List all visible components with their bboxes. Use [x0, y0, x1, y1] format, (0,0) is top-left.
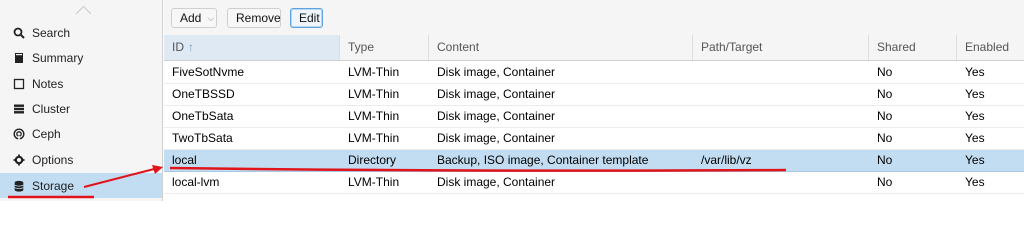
column-header-id[interactable]: ID ↑	[164, 35, 340, 60]
sidebar-item-label: Cluster	[32, 101, 71, 116]
remove-button[interactable]: Remove	[227, 8, 281, 28]
cell-enabled: Yes	[965, 109, 985, 123]
cell-type: LVM-Thin	[348, 65, 400, 79]
ceph-icon	[12, 127, 26, 141]
database-icon	[12, 179, 26, 193]
table-row[interactable]: OneTBSSD LVM-Thin Disk image, Container …	[164, 84, 1024, 106]
cell-id: OneTbSata	[172, 109, 234, 123]
cell-path	[693, 84, 869, 105]
sidebar: Search Summary Notes Cluster Ceph Option…	[0, 0, 163, 201]
cell-shared: No	[877, 109, 893, 123]
cell-content: Disk image, Container	[437, 87, 556, 101]
sidebar-item-summary[interactable]: Summary	[0, 45, 162, 70]
note-icon	[12, 77, 26, 91]
cell-type: LVM-Thin	[348, 175, 400, 189]
search-icon	[12, 26, 26, 40]
sidebar-item-label: Summary	[32, 50, 84, 65]
edit-button-label: Edit	[299, 11, 320, 25]
table-row[interactable]: TwoTbSata LVM-Thin Disk image, Container…	[164, 128, 1024, 150]
table-row[interactable]: FiveSotNvme LVM-Thin Disk image, Contain…	[164, 62, 1024, 84]
sidebar-item-storage[interactable]: Storage	[0, 173, 162, 198]
column-header-path-target[interactable]: Path/Target	[693, 35, 869, 60]
cell-type: LVM-Thin	[348, 109, 400, 123]
cell-shared: No	[877, 175, 893, 189]
cell-id: local	[172, 153, 197, 167]
server-icon	[12, 102, 26, 116]
cell-id: TwoTbSata	[172, 131, 233, 145]
cell-path: /var/lib/vz	[701, 153, 752, 167]
sidebar-item-label: Search	[32, 25, 71, 40]
cell-type: LVM-Thin	[348, 87, 400, 101]
cell-content: Backup, ISO image, Container template	[437, 153, 649, 167]
cell-enabled: Yes	[965, 65, 985, 79]
storage-panel: Add ⌵ Remove Edit ID ↑ Type Content Path/…	[164, 0, 1024, 201]
cell-content: Disk image, Container	[437, 65, 556, 79]
cell-shared: No	[877, 87, 893, 101]
table-row[interactable]: local-lvm LVM-Thin Disk image, Container…	[164, 172, 1024, 194]
grid-header: ID ↑ Type Content Path/Target Shared Enab…	[164, 35, 1024, 61]
gear-icon	[12, 153, 26, 167]
column-header-enabled[interactable]: Enabled	[957, 35, 1024, 60]
cell-path	[693, 172, 869, 193]
cell-shared: No	[877, 65, 893, 79]
cell-path	[693, 128, 869, 149]
cell-id: FiveSotNvme	[172, 65, 245, 79]
cell-shared: No	[877, 153, 893, 167]
cell-id: local-lvm	[172, 175, 220, 189]
cell-enabled: Yes	[965, 131, 985, 145]
column-header-content[interactable]: Content	[429, 35, 693, 60]
table-row-selected[interactable]: local Directory Backup, ISO image, Conta…	[164, 150, 1024, 172]
sort-ascending-icon: ↑	[188, 40, 194, 54]
book-icon	[12, 51, 26, 65]
cell-enabled: Yes	[965, 153, 985, 167]
sidebar-item-label: Storage	[32, 178, 75, 193]
sidebar-item-search[interactable]: Search	[0, 20, 162, 45]
cell-path	[693, 62, 869, 83]
column-header-type[interactable]: Type	[340, 35, 429, 60]
sidebar-item-notes[interactable]: Notes	[0, 71, 162, 96]
cell-content: Disk image, Container	[437, 109, 556, 123]
cell-path	[693, 106, 869, 127]
cell-content: Disk image, Container	[437, 131, 556, 145]
cell-shared: No	[877, 131, 893, 145]
sidebar-item-ceph[interactable]: Ceph	[0, 121, 162, 146]
cell-type: LVM-Thin	[348, 131, 400, 145]
edit-button[interactable]: Edit	[290, 8, 323, 28]
table-row[interactable]: OneTbSata LVM-Thin Disk image, Container…	[164, 106, 1024, 128]
toolbar: Add ⌵ Remove Edit	[164, 0, 1024, 36]
add-button-label: Add	[180, 11, 202, 25]
sidebar-item-options[interactable]: Options	[0, 147, 162, 172]
cell-type: Directory	[348, 153, 397, 167]
cell-enabled: Yes	[965, 87, 985, 101]
add-button[interactable]: Add ⌵	[171, 8, 217, 28]
sidebar-item-label: Options	[32, 152, 74, 167]
remove-button-label: Remove	[236, 11, 281, 25]
collapse-up-icon[interactable]	[75, 5, 92, 22]
cell-enabled: Yes	[965, 175, 985, 189]
cell-content: Disk image, Container	[437, 175, 556, 189]
sidebar-item-cluster[interactable]: Cluster	[0, 96, 162, 121]
column-header-shared[interactable]: Shared	[869, 35, 957, 60]
sidebar-item-label: Ceph	[32, 126, 61, 141]
cell-id: OneTBSSD	[172, 87, 235, 101]
chevron-down-icon: ⌵	[207, 12, 215, 23]
sidebar-item-label: Notes	[32, 76, 64, 91]
